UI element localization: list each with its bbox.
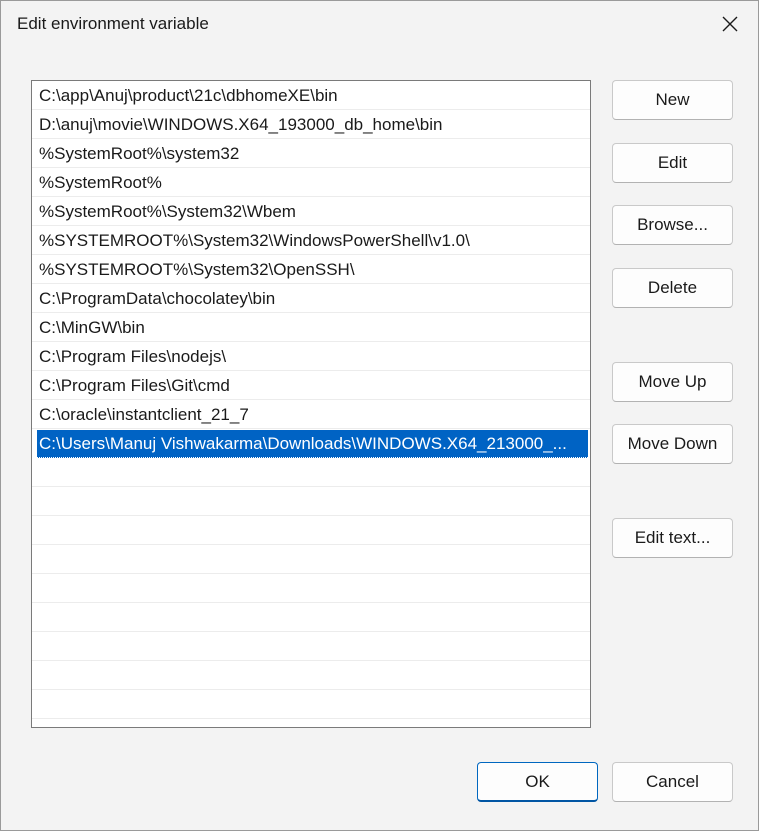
new-button[interactable]: New: [612, 80, 733, 120]
close-button[interactable]: [702, 1, 758, 47]
list-item[interactable]: %SystemRoot%: [32, 169, 590, 197]
list-item[interactable]: C:\oracle\instantclient_21_7: [32, 401, 590, 429]
title-bar: Edit environment variable: [1, 1, 758, 47]
empty-row[interactable]: [32, 633, 590, 661]
list-item[interactable]: C:\Program Files\nodejs\: [32, 343, 590, 371]
empty-row[interactable]: [32, 575, 590, 603]
list-item[interactable]: %SYSTEMROOT%\System32\WindowsPowerShell\…: [32, 227, 590, 255]
edit-text-button[interactable]: Edit text...: [612, 518, 733, 558]
list-item[interactable]: C:\ProgramData\chocolatey\bin: [32, 285, 590, 313]
cancel-button[interactable]: Cancel: [612, 762, 733, 802]
list-item[interactable]: %SystemRoot%\System32\Wbem: [32, 198, 590, 226]
list-item[interactable]: %SYSTEMROOT%\System32\OpenSSH\: [32, 256, 590, 284]
empty-row[interactable]: [32, 720, 590, 727]
empty-row[interactable]: [32, 459, 590, 487]
list-item-selected[interactable]: C:\Users\Manuj Vishwakarma\Downloads\WIN…: [37, 430, 588, 458]
empty-row[interactable]: [32, 662, 590, 690]
empty-row[interactable]: [32, 546, 590, 574]
edit-env-variable-dialog: Edit environment variable C:\app\Anuj\pr…: [0, 0, 759, 831]
list-item[interactable]: C:\MinGW\bin: [32, 314, 590, 342]
window-title: Edit environment variable: [17, 14, 209, 33]
empty-row[interactable]: [32, 691, 590, 719]
list-item[interactable]: C:\app\Anuj\product\21c\dbhomeXE\bin: [32, 82, 590, 110]
list-item[interactable]: D:\anuj\movie\WINDOWS.X64_193000_db_home…: [32, 111, 590, 139]
edit-button[interactable]: Edit: [612, 143, 733, 183]
list-item[interactable]: C:\Program Files\Git\cmd: [32, 372, 590, 400]
empty-row[interactable]: [32, 604, 590, 632]
move-up-button[interactable]: Move Up: [612, 362, 733, 402]
ok-button[interactable]: OK: [477, 762, 598, 802]
browse-button[interactable]: Browse...: [612, 205, 733, 245]
close-icon: [722, 16, 738, 32]
delete-button[interactable]: Delete: [612, 268, 733, 308]
move-down-button[interactable]: Move Down: [612, 424, 733, 464]
list-item[interactable]: %SystemRoot%\system32: [32, 140, 590, 168]
empty-row[interactable]: [32, 488, 590, 516]
path-list[interactable]: C:\app\Anuj\product\21c\dbhomeXE\bin D:\…: [31, 80, 591, 728]
empty-row[interactable]: [32, 517, 590, 545]
